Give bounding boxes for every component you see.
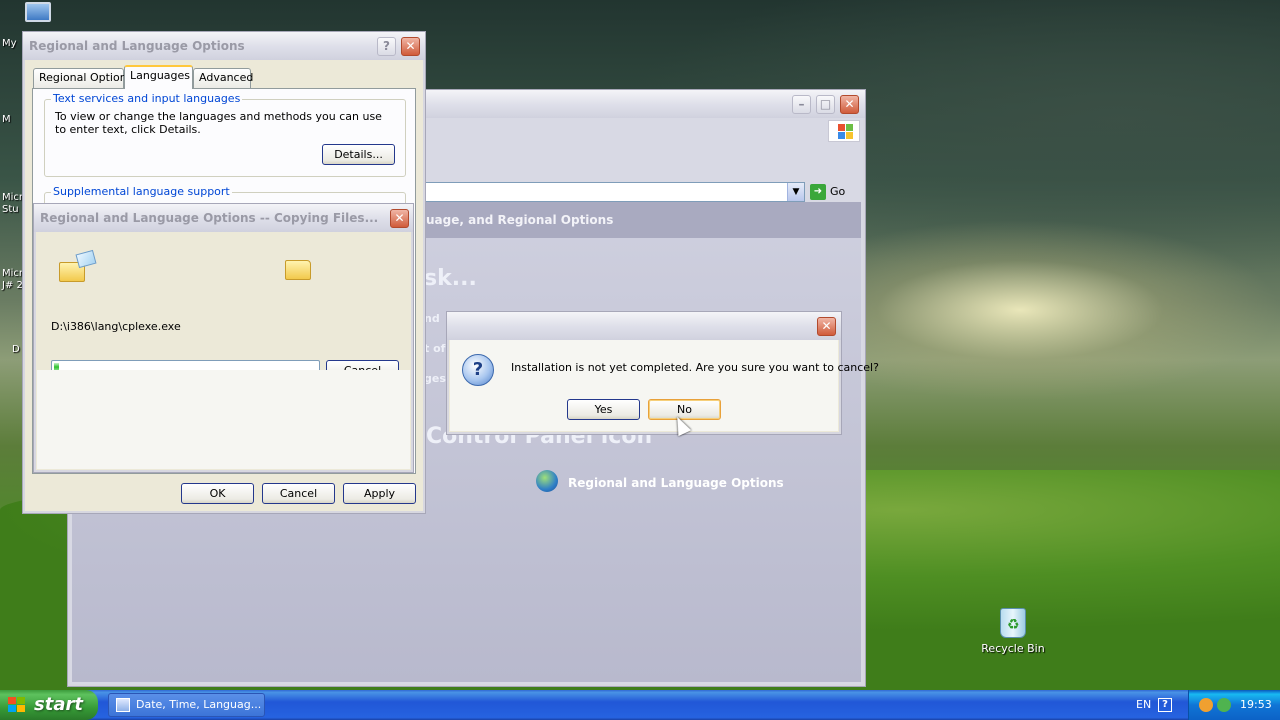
network-icon[interactable] — [1217, 698, 1231, 712]
regional-dialog-titlebar[interactable]: Regional and Language Options ? ✕ — [23, 32, 425, 60]
apply-button[interactable]: Apply — [343, 483, 416, 504]
tab-languages[interactable]: Languages — [124, 65, 193, 89]
desktop-label-partial[interactable]: M — [2, 114, 11, 125]
desktop-label-partial[interactable]: Stu — [2, 204, 19, 215]
cancel-button[interactable]: Cancel — [262, 483, 335, 504]
side-fragment[interactable]: ges — [424, 372, 446, 385]
recycle-bin[interactable]: ♻ Recycle Bin — [978, 608, 1048, 655]
close-button[interactable]: ✕ — [401, 37, 420, 56]
close-button[interactable]: ✕ — [817, 317, 836, 336]
side-fragment[interactable]: t of — [424, 342, 445, 355]
close-button[interactable]: ✕ — [840, 95, 859, 114]
desktop-label-partial[interactable]: J# 2 — [2, 280, 23, 291]
tab-regional-options[interactable]: Regional Options — [33, 68, 132, 88]
confirm-message: Installation is not yet completed. Are y… — [511, 361, 879, 374]
system-tray: 19:53 — [1188, 690, 1280, 720]
minimize-button[interactable]: – — [792, 95, 811, 114]
start-label: start — [34, 694, 83, 715]
confirm-cancel-dialog[interactable]: ✕ ? Installation is not yet completed. A… — [446, 311, 879, 435]
desktop-label-partial[interactable]: D — [12, 344, 20, 355]
text-services-group: Text services and input languages To vie… — [44, 92, 406, 177]
copying-dialog-title: Regional and Language Options -- Copying… — [40, 211, 379, 225]
windows-logo-icon — [828, 120, 860, 142]
start-button[interactable]: start — [0, 690, 98, 720]
taskbar-item-label: Date, Time, Languag... — [136, 698, 262, 711]
address-dropdown-icon[interactable]: ▼ — [787, 183, 804, 201]
taskbar-item-date-time[interactable]: Date, Time, Languag... — [108, 693, 265, 717]
go-arrow-icon: ➜ — [810, 184, 826, 200]
regional-options-link[interactable]: Regional and Language Options — [568, 476, 784, 490]
copying-dialog-titlebar[interactable]: Regional and Language Options -- Copying… — [34, 204, 413, 232]
address-bar[interactable]: ▼ — [425, 182, 805, 202]
desktop-label-partial[interactable]: My — [2, 38, 17, 49]
control-panel-icon — [116, 698, 130, 712]
side-fragment[interactable]: nd — [424, 312, 440, 325]
my-computer-icon[interactable] — [18, 2, 58, 30]
close-button[interactable]: ✕ — [390, 209, 409, 228]
language-indicator[interactable]: EN — [1136, 690, 1151, 720]
copying-dialog-blank-area — [37, 370, 410, 469]
details-button[interactable]: Details... — [322, 144, 395, 165]
search-icon[interactable] — [1199, 698, 1213, 712]
copying-files-dialog[interactable]: Regional and Language Options -- Copying… — [33, 203, 414, 473]
taskbar: start Date, Time, Languag... EN ? 19:53 — [0, 690, 1280, 720]
confirm-dialog-titlebar[interactable]: ✕ — [447, 312, 841, 340]
yes-button[interactable]: Yes — [567, 399, 640, 420]
maximize-button[interactable]: □ — [816, 95, 835, 114]
clock[interactable]: 19:53 — [1240, 690, 1272, 720]
help-button[interactable]: ? — [377, 37, 396, 56]
confirm-dialog-body: ? Installation is not yet completed. Are… — [450, 340, 879, 431]
group-label: Text services and input languages — [51, 92, 243, 105]
windows-flag-icon — [8, 697, 26, 713]
current-file-path: D:\i386\lang\cplexe.exe — [51, 320, 181, 333]
ok-button[interactable]: OK — [181, 483, 254, 504]
copying-dialog-body: D:\i386\lang\cplexe.exe Cancel — [37, 232, 410, 381]
group-label: Supplemental language support — [51, 185, 232, 198]
go-button[interactable]: ➜ Go — [810, 182, 850, 202]
recycle-bin-icon: ♻ — [1000, 608, 1026, 638]
destination-folder-icon — [285, 260, 311, 280]
help-icon[interactable]: ? — [1158, 698, 1172, 712]
globe-icon[interactable] — [536, 470, 558, 492]
pick-task-heading: sk... — [424, 266, 477, 291]
group-description: To view or change the languages and meth… — [55, 110, 382, 136]
question-icon: ? — [462, 354, 494, 386]
recycle-bin-label: Recycle Bin — [981, 642, 1045, 655]
tab-advanced[interactable]: Advanced — [193, 68, 253, 88]
regional-dialog-title: Regional and Language Options — [29, 39, 245, 53]
flying-papers-icon — [75, 249, 97, 269]
